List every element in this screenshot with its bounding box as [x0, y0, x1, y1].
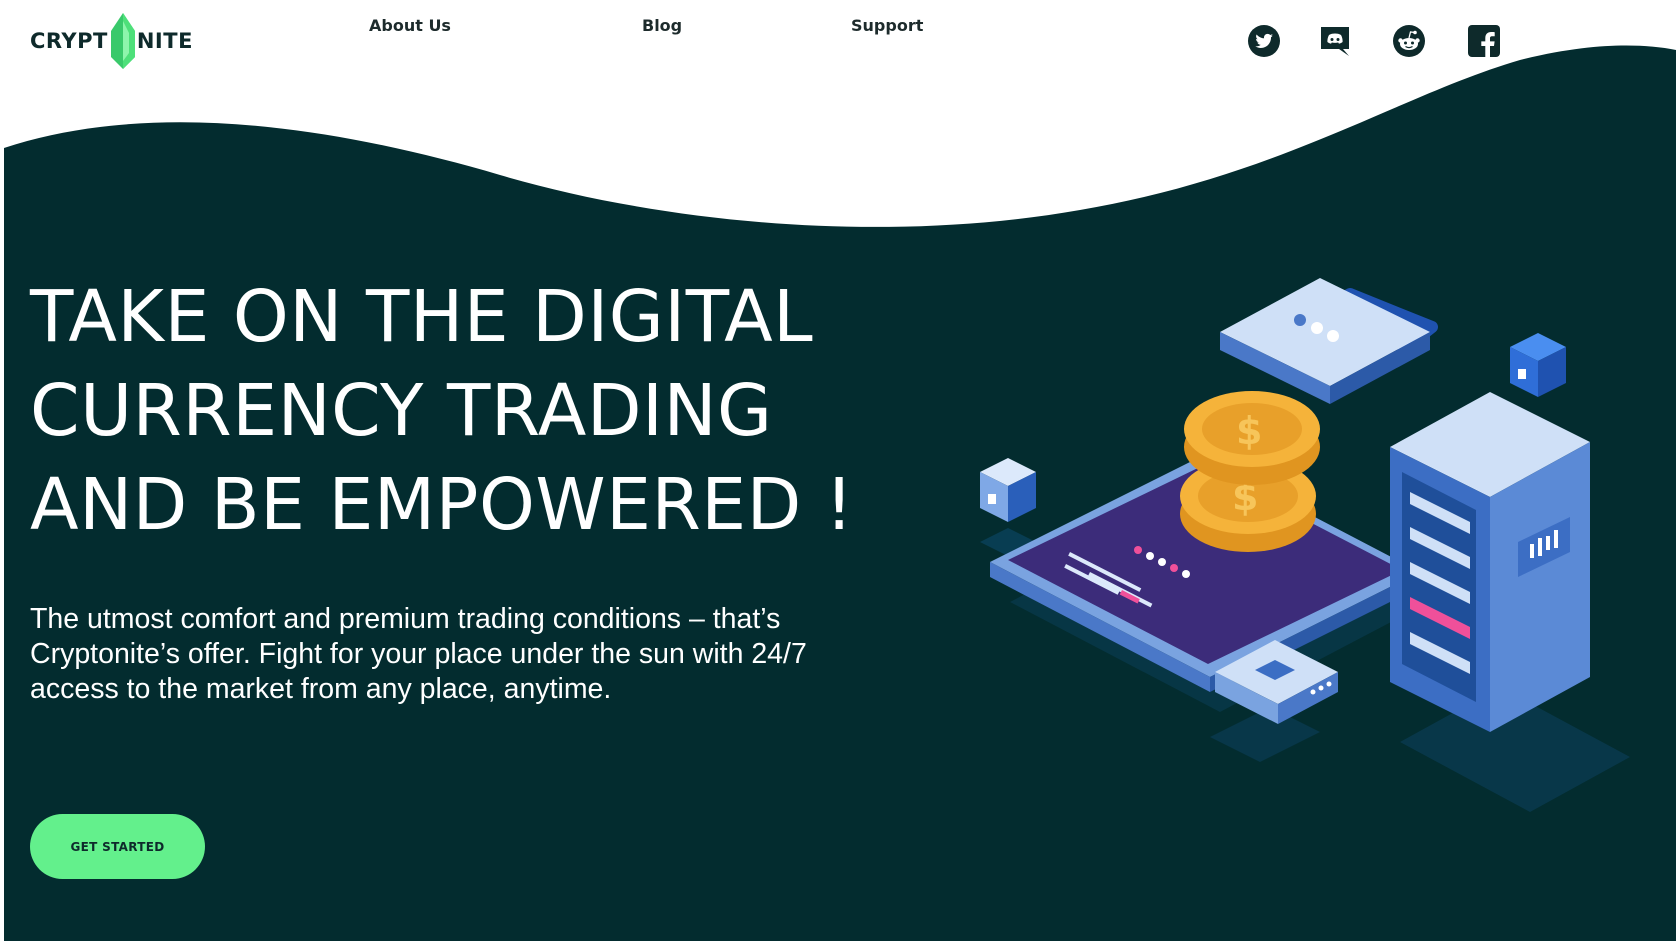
get-started-button[interactable]: GET STARTED [30, 814, 205, 879]
discord-icon[interactable] [1318, 24, 1352, 58]
hero-subtitle: The utmost comfort and premium trading c… [30, 603, 807, 705]
coin-icon: $ $ [1180, 391, 1320, 552]
logo-text-left: CRYPT [30, 29, 108, 53]
headline-line-2: CURRENCY TRADING [30, 369, 773, 452]
headline-line-1: TAKE ON THE DIGITAL [30, 275, 814, 358]
twitter-icon[interactable] [1247, 24, 1281, 58]
headline-line-3: AND BE EMPOWERED ! [30, 463, 854, 546]
cube-icon [980, 458, 1036, 556]
nav-blog[interactable]: Blog [642, 16, 682, 35]
svg-text:$: $ [1236, 409, 1262, 453]
lock-icon [1220, 278, 1438, 404]
server-icon [1390, 392, 1630, 812]
logo-text-right: NITE [136, 29, 193, 53]
nav-about-us[interactable]: About Us [369, 16, 451, 35]
gem-icon [110, 13, 135, 69]
nav-support[interactable]: Support [851, 16, 923, 35]
hero-headline: TAKE ON THE DIGITAL CURRENCY TRADING AND… [30, 270, 854, 552]
facebook-icon[interactable] [1467, 24, 1501, 58]
reddit-icon[interactable] [1392, 24, 1426, 58]
brand-logo[interactable]: CRYPT NITE [30, 13, 193, 69]
cube-icon [1510, 333, 1566, 397]
hero-illustration: $ $ [980, 278, 1630, 812]
